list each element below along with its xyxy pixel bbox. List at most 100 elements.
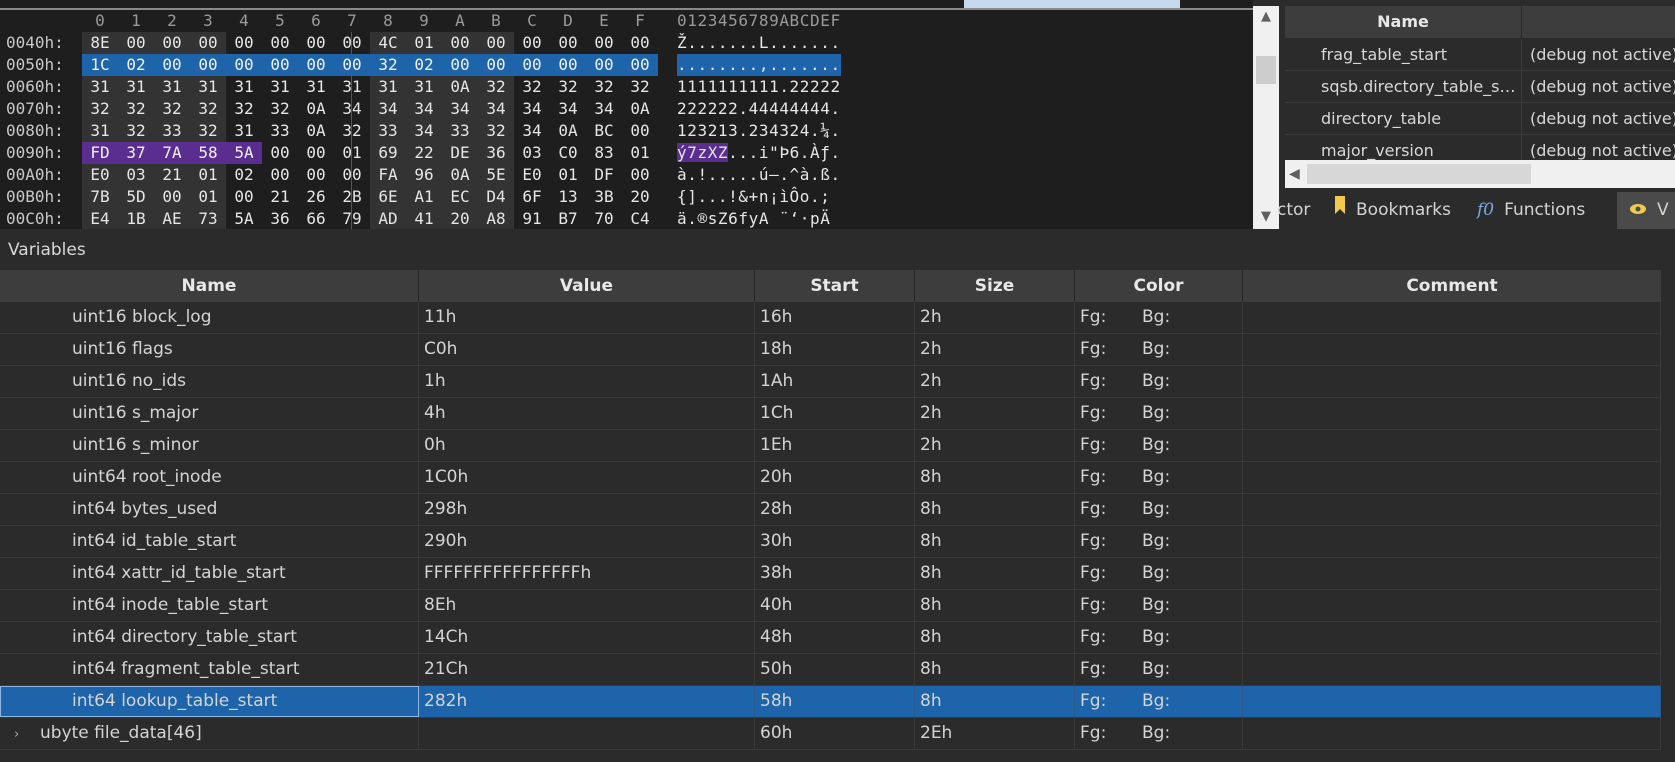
hex-byte[interactable]: 00 (154, 32, 190, 54)
variable-color[interactable]: Fg: Bg: (1075, 718, 1243, 749)
hex-byte[interactable]: 00 (298, 54, 334, 76)
scroll-up-icon[interactable]: ▲ (1253, 6, 1279, 28)
hex-byte[interactable]: 3B (586, 186, 622, 208)
variable-color[interactable]: Fg: Bg: (1075, 590, 1243, 621)
variable-color[interactable]: Fg: Bg: (1075, 462, 1243, 493)
variable-row[interactable]: uint16 no_ids 1h 1Ah 2h Fg: Bg: (0, 366, 1661, 398)
hex-byte[interactable]: 00 (262, 32, 298, 54)
hex-byte[interactable]: 31 (298, 76, 334, 98)
hex-byte[interactable]: AD (370, 208, 406, 229)
hex-byte[interactable]: 00 (334, 54, 370, 76)
variable-comment[interactable] (1243, 718, 1661, 749)
hex-byte[interactable]: 34 (406, 120, 442, 142)
hex-byte[interactable]: 00 (514, 32, 550, 54)
hex-byte[interactable]: 6F (514, 186, 550, 208)
hex-byte[interactable]: 31 (154, 76, 190, 98)
hex-byte[interactable]: 31 (262, 76, 298, 98)
hex-byte[interactable]: 00 (478, 54, 514, 76)
hex-byte[interactable]: 32 (586, 76, 622, 98)
variable-comment[interactable] (1243, 526, 1661, 557)
hex-byte[interactable]: FD (82, 142, 118, 164)
hex-row-ascii[interactable]: 123213.234324.¼. (677, 120, 841, 142)
hex-byte[interactable]: C0 (550, 142, 586, 164)
variable-row[interactable]: int64 id_table_start 290h 30h 8h Fg: Bg: (0, 526, 1661, 558)
name-column-header[interactable]: Name (0, 270, 419, 302)
bg-color-label[interactable]: Bg: (1142, 622, 1204, 653)
variable-color[interactable]: Fg: Bg: (1075, 526, 1243, 557)
bg-color-label[interactable]: Bg: (1142, 654, 1204, 685)
hex-byte[interactable]: 31 (118, 76, 154, 98)
bg-color-label[interactable]: Bg: (1142, 398, 1204, 429)
variable-color[interactable]: Fg: Bg: (1075, 686, 1243, 717)
hex-byte[interactable]: 00 (442, 54, 478, 76)
hex-byte[interactable]: 83 (586, 142, 622, 164)
hex-byte[interactable]: 00 (622, 54, 658, 76)
hex-byte[interactable]: 00 (586, 54, 622, 76)
hex-byte[interactable]: 5E (478, 164, 514, 186)
hex-byte[interactable]: 5A (226, 208, 262, 229)
fg-color-label[interactable]: Fg: (1080, 302, 1142, 333)
hex-byte[interactable]: 34 (586, 98, 622, 120)
hex-row-ascii[interactable]: à.!.....ú–.^à.ß. (677, 164, 841, 186)
hex-byte[interactable]: 32 (190, 120, 226, 142)
hex-byte[interactable]: 00 (478, 32, 514, 54)
hex-byte[interactable]: 13 (550, 186, 586, 208)
color-column-header[interactable]: Color (1075, 270, 1243, 302)
hex-byte[interactable]: 34 (514, 98, 550, 120)
hex-byte[interactable]: 22 (406, 142, 442, 164)
watch-value-column-header[interactable] (1522, 6, 1675, 38)
hex-byte[interactable]: 34 (514, 120, 550, 142)
fg-color-label[interactable]: Fg: (1080, 430, 1142, 461)
hex-byte[interactable]: 5D (118, 186, 154, 208)
fg-color-label[interactable]: Fg: (1080, 654, 1142, 685)
hex-byte[interactable]: 00 (226, 32, 262, 54)
fg-color-label[interactable]: Fg: (1080, 526, 1142, 557)
hex-byte[interactable]: C4 (622, 208, 658, 229)
hex-byte[interactable]: EC (442, 186, 478, 208)
variable-comment[interactable] (1243, 334, 1661, 365)
variable-row[interactable]: int64 xattr_id_table_start FFFFFFFFFFFFFF… (0, 558, 1661, 590)
hex-row[interactable]: 0050h: 1C 02 00 00 00 00 00 00 32 02 00 00 00 00 00 00..… (0, 54, 1253, 76)
hex-byte[interactable]: 32 (262, 98, 298, 120)
hex-byte[interactable]: 7B (82, 186, 118, 208)
hex-byte[interactable]: 03 (118, 164, 154, 186)
variable-comment[interactable] (1243, 494, 1661, 525)
bg-color-label[interactable]: Bg: (1142, 334, 1204, 365)
hex-byte[interactable]: 91 (514, 208, 550, 229)
hex-byte[interactable]: 21 (262, 186, 298, 208)
hex-row[interactable]: 0060h: 31 31 31 31 31 31 31 31 31 31 0A 32 32 32 32 32 11… (0, 76, 1253, 98)
hex-byte[interactable]: 00 (550, 32, 586, 54)
hex-byte[interactable]: 00 (334, 32, 370, 54)
hex-byte[interactable]: 32 (370, 54, 406, 76)
bg-color-label[interactable]: Bg: (1142, 366, 1204, 397)
variable-row[interactable]: uint16 s_major 4h 1Ch 2h Fg: Bg: (0, 398, 1661, 430)
hex-byte[interactable]: 01 (334, 142, 370, 164)
variable-comment[interactable] (1243, 398, 1661, 429)
hex-byte[interactable]: 32 (82, 98, 118, 120)
tab-variables[interactable]: V (1617, 192, 1675, 229)
hex-byte[interactable]: 32 (478, 76, 514, 98)
hex-byte[interactable]: 69 (370, 142, 406, 164)
hex-byte[interactable]: 0A (622, 98, 658, 120)
variable-row[interactable]: uint16 block_log 11h 16h 2h Fg: Bg: (0, 302, 1661, 334)
hex-row-ascii[interactable]: ý7zXZ...i"Þ6.Àƒ. (677, 142, 841, 164)
hex-byte[interactable]: E0 (82, 164, 118, 186)
hex-row[interactable]: 0080h: 31 32 33 32 31 33 0A 32 33 34 33 32 34 0A BC 00 12… (0, 120, 1253, 142)
hex-byte[interactable]: 01 (406, 32, 442, 54)
hex-byte[interactable]: 2B (334, 186, 370, 208)
bg-color-label[interactable]: Bg: (1142, 718, 1204, 749)
hex-byte[interactable]: 0A (298, 98, 334, 120)
fg-color-label[interactable]: Fg: (1080, 558, 1142, 589)
hex-byte[interactable]: 00 (622, 164, 658, 186)
fg-color-label[interactable]: Fg: (1080, 590, 1142, 621)
variable-color[interactable]: Fg: Bg: (1075, 654, 1243, 685)
hex-byte[interactable]: 36 (262, 208, 298, 229)
hex-byte[interactable]: AE (154, 208, 190, 229)
hex-byte[interactable]: B7 (550, 208, 586, 229)
tab-bookmarks[interactable]: Bookmarks (1334, 192, 1451, 229)
variable-comment[interactable] (1243, 302, 1661, 333)
hex-row-ascii[interactable]: 1111111111.22222 (677, 76, 841, 98)
bg-color-label[interactable]: Bg: (1142, 494, 1204, 525)
hex-byte[interactable]: 6E (370, 186, 406, 208)
hex-row[interactable]: 00C0h: E4 1B AE 73 5A 36 66 79 AD 41 20 A8 91 B7 70 C4 ä.… (0, 208, 1253, 229)
